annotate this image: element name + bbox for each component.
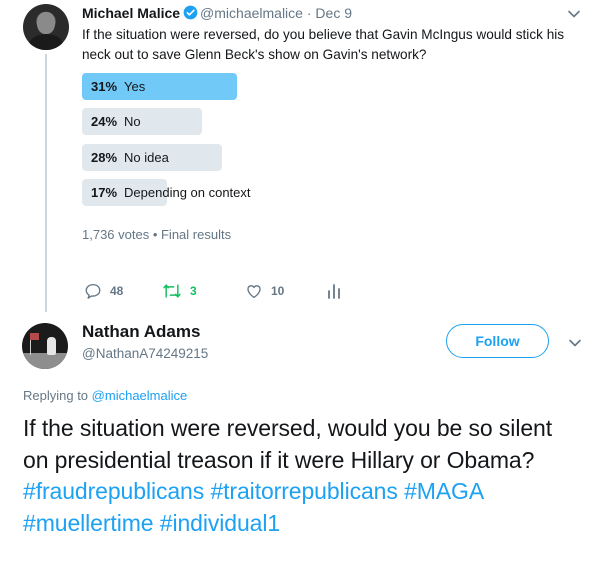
tweet-date[interactable]: Dec 9 (315, 5, 352, 21)
reply-tweet-body: If the situation were reversed, would yo… (23, 415, 553, 473)
tweet-text: If the situation were reversed, do you b… (82, 27, 565, 62)
reply-button[interactable]: 48 (84, 282, 123, 300)
poll-results-meta: 1,736 votes • Final results (82, 227, 232, 242)
hashtag-list: #fraudrepublicans #traitorrepublicans #M… (23, 478, 483, 536)
reply-count: 48 (110, 284, 124, 298)
reply-tweet-text: If the situation were reversed, would yo… (23, 413, 583, 539)
reply-author-handle[interactable]: @NathanA74249215 (82, 346, 208, 361)
retweet-button[interactable]: 3 (162, 282, 197, 300)
hashtag-link[interactable]: #muellertime (23, 510, 154, 536)
poll-option-percent: 31% (91, 79, 118, 94)
replying-to-line: Replying to @michaelmalice (23, 388, 187, 403)
poll-option-text: 17% Depending on context (91, 185, 251, 200)
poll-option-label: No (124, 114, 141, 129)
reply-icon (85, 283, 101, 299)
tweet-header: Michael Malice @michaelmalice · Dec 9 (82, 5, 352, 21)
avatar-flag (30, 333, 39, 340)
retweet-count: 3 (190, 284, 197, 298)
analytics-icon (328, 284, 340, 299)
like-count: 10 (271, 284, 285, 298)
thread-connector-line (45, 54, 47, 312)
avatar-shoulders (29, 34, 63, 50)
poll-option-label: Yes (124, 79, 146, 94)
avatar-face (37, 12, 55, 34)
poll-option: 17% Depending on context (82, 179, 582, 206)
retweet-icon (163, 284, 181, 298)
poll-option-label: Depending on context (124, 185, 251, 200)
verified-badge-icon (183, 5, 198, 20)
chevron-down-icon[interactable] (567, 335, 583, 351)
follow-button[interactable]: Follow (446, 324, 549, 358)
poll-option-percent: 17% (91, 185, 118, 200)
chevron-down-icon[interactable] (566, 6, 582, 22)
poll-option-percent: 28% (91, 150, 118, 165)
hashtag-link[interactable]: #traitorrepublicans (210, 478, 397, 504)
tweet-actions: 48 3 10 (0, 282, 595, 302)
replying-to-link[interactable]: @michaelmalice (92, 388, 188, 403)
hashtag-link[interactable]: #fraudrepublicans (23, 478, 204, 504)
avatar-moon-ground (22, 353, 68, 369)
poll-option-text: 31% Yes (91, 79, 145, 94)
like-button[interactable]: 10 (245, 282, 284, 300)
poll-option-label: No idea (124, 150, 169, 165)
reply-author-avatar[interactable] (22, 323, 68, 369)
heart-icon (247, 285, 261, 299)
poll-option: 31% Yes (82, 73, 582, 100)
date-separator: · (306, 5, 312, 21)
hashtag-link[interactable]: #MAGA (404, 478, 483, 504)
author-name[interactable]: Michael Malice (82, 5, 180, 21)
hashtag-link[interactable]: #individual1 (160, 510, 280, 536)
poll-option-percent: 24% (91, 114, 118, 129)
reply-author-name[interactable]: Nathan Adams (82, 322, 200, 342)
replying-to-prefix: Replying to (23, 388, 89, 403)
author-handle[interactable]: @michaelmalice (200, 5, 303, 21)
author-avatar[interactable] (23, 4, 69, 50)
poll-option-text: 24% No (91, 114, 141, 129)
analytics-button[interactable] (326, 282, 342, 300)
poll-option: 24% No (82, 108, 582, 135)
poll-option: 28% No idea (82, 144, 582, 171)
avatar-astronaut (47, 337, 56, 355)
poll-option-text: 28% No idea (91, 150, 169, 165)
